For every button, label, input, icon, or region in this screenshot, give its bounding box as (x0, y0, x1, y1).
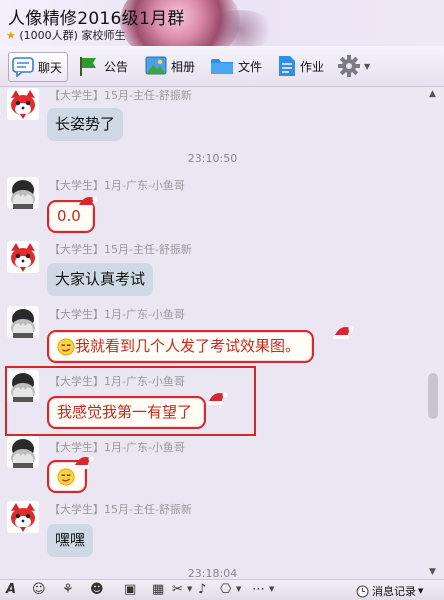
group-title: 人像精修2016级1月群 (8, 9, 185, 29)
chat-scrollbar[interactable]: ▲ ▼ (425, 87, 444, 579)
member-tag: 【大学生】 (49, 308, 104, 321)
chat-bubble-icon (12, 57, 34, 77)
scroll-down-arrow-icon[interactable]: ▼ (429, 567, 436, 577)
message-bubble[interactable]: 长姿势了 (47, 108, 124, 141)
tab-album[interactable]: 相册 (145, 52, 195, 80)
message-history-label: 消息记录 (372, 585, 416, 598)
message-sender: 【大学生】1月-广东-小鱼哥 (49, 306, 185, 322)
group-toolbar: 聊天 公告 相册 文件 作业 ▼ (0, 46, 444, 87)
music-note-icon[interactable]: ♪ (198, 582, 206, 597)
message-history-button[interactable]: 消息记录 ▼ (356, 583, 423, 599)
message-timestamp: 23:18:04 (187, 567, 238, 579)
message-sender: 【大学生】1月-广东-小鱼哥 (49, 177, 185, 193)
avatar[interactable] (7, 241, 39, 273)
member-tag: 【大学生】 (49, 89, 104, 102)
sender-name[interactable]: 1月-广东-小鱼哥 (104, 308, 185, 321)
avatar[interactable] (7, 306, 39, 338)
tab-homework-label: 作业 (300, 59, 325, 74)
sender-name[interactable]: 15月-主任-舒振新 (104, 243, 192, 256)
settings-menu-button[interactable]: ▼ (338, 52, 370, 80)
red-fox-avatar-icon (7, 501, 39, 533)
avatar[interactable] (7, 88, 39, 120)
more-icon[interactable]: ⋯ (252, 582, 265, 597)
chevron-down-icon: ▼ (364, 61, 371, 71)
tab-files[interactable]: 文件 (210, 52, 262, 80)
member-count: (1000人群) (19, 29, 78, 42)
member-tag: 【大学生】 (49, 179, 104, 192)
photo-album-icon (145, 56, 167, 75)
emoji-icon[interactable]: ☺ (32, 582, 46, 597)
chat-message-list[interactable]: 【大学生】15月-主任-舒振新 长姿势了 23:10:50 【大学生】1月-广东… (0, 87, 425, 579)
avatar[interactable] (7, 177, 39, 209)
image-icon[interactable]: ▣ (124, 582, 136, 597)
screenshot-icon[interactable]: ⎔ (220, 582, 231, 597)
folder-icon (211, 59, 233, 74)
red-fox-avatar-icon (7, 241, 39, 273)
tab-announcement-label: 公告 (104, 59, 129, 74)
chevron-down-icon[interactable]: ▼ (236, 585, 241, 593)
smirk-smiley-icon (57, 468, 75, 486)
window-header: 人像精修2016级1月群 ★ (1000人群) 家校师生 (0, 0, 444, 46)
message-sender: 【大学生】15月-主任-舒振新 (49, 501, 192, 517)
tab-chat-label: 聊天 (38, 60, 63, 75)
message-text: 我就看到几个人发了考试效果图。 (75, 337, 301, 355)
sender-name[interactable]: 15月-主任-舒振新 (104, 503, 192, 516)
santa-hat-icon (72, 454, 94, 470)
magic-wand-icon[interactable]: ⚘ (62, 582, 74, 597)
sender-name[interactable]: 1月-广东-小鱼哥 (104, 179, 185, 192)
rose-background-decoration-2 (205, 10, 275, 46)
sender-name[interactable]: 15月-主任-舒振新 (104, 89, 192, 102)
covered-face-avatar-icon (7, 306, 39, 338)
highlight-box (5, 366, 256, 436)
font-icon[interactable]: A (6, 582, 16, 597)
grid-icon[interactable]: ▦ (152, 582, 164, 597)
message-bubble[interactable]: 嘿嘿 (47, 524, 94, 557)
message-sender: 【大学生】15月-主任-舒振新 (49, 87, 192, 103)
message-bubble[interactable]: 我就看到几个人发了考试效果图。 (47, 330, 315, 363)
santa-hat-icon (332, 324, 354, 340)
tab-chat[interactable]: 聊天 (8, 52, 69, 82)
chevron-down-icon: ▼ (418, 587, 424, 595)
group-category[interactable]: 家校师生 (81, 29, 125, 42)
cat-face-icon[interactable]: ☻ (90, 582, 104, 597)
scissors-icon[interactable]: ✂ (172, 582, 183, 597)
group-subtitle: ★ (1000人群) 家校师生 (6, 27, 125, 43)
gear-icon (338, 55, 360, 77)
message-sender: 【大学生】1月-广东-小鱼哥 (49, 439, 185, 455)
clock-icon (356, 585, 369, 597)
covered-face-avatar-icon (7, 177, 39, 209)
avatar[interactable] (7, 436, 39, 468)
covered-face-avatar-icon (7, 436, 39, 468)
member-tag: 【大学生】 (49, 243, 104, 256)
scroll-up-arrow-icon[interactable]: ▲ (429, 89, 436, 99)
message-bubble[interactable]: 大家认真考试 (47, 263, 154, 296)
avatar[interactable] (7, 501, 39, 533)
input-toolbar: A ☺ ⚘ ☻ ▣ ▦ ✂ ▼ ♪ ⎔ ▼ ⋯ ▼ 消息记录 ▼ (0, 579, 444, 600)
tab-homework[interactable]: 作业 (278, 52, 324, 80)
santa-hat-icon (76, 194, 98, 210)
tab-files-label: 文件 (238, 59, 263, 74)
red-fox-avatar-icon (7, 88, 39, 120)
sender-name[interactable]: 1月-广东-小鱼哥 (104, 441, 185, 454)
smirk-smiley-icon (57, 338, 75, 356)
message-timestamp: 23:10:50 (187, 152, 238, 165)
message-sender: 【大学生】15月-主任-舒振新 (49, 241, 192, 257)
chevron-down-icon[interactable]: ▼ (187, 585, 192, 593)
scrollbar-thumb[interactable] (428, 373, 438, 419)
document-icon (279, 56, 295, 76)
tab-album-label: 相册 (171, 59, 196, 74)
star-icon: ★ (6, 29, 16, 42)
flag-icon (80, 57, 96, 76)
member-tag: 【大学生】 (49, 503, 104, 516)
member-tag: 【大学生】 (49, 441, 104, 454)
tab-announcement[interactable]: 公告 (78, 52, 128, 80)
chevron-down-icon[interactable]: ▼ (269, 585, 274, 593)
